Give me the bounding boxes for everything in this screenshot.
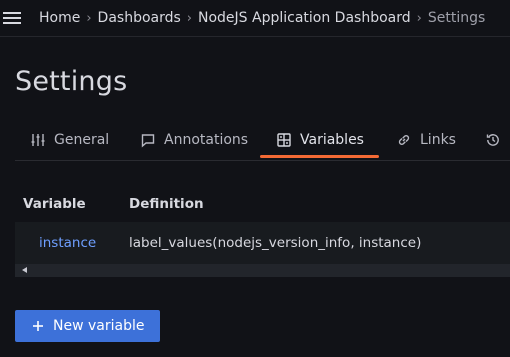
column-header-definition: Definition (129, 196, 204, 212)
page-title: Settings (15, 66, 128, 97)
variables-table-header: Variable Definition (15, 188, 510, 220)
tab-variables[interactable]: Variables (276, 122, 364, 158)
top-bar: Home › Dashboards › NodeJS Application D… (0, 0, 510, 37)
calculator-icon (276, 132, 292, 148)
breadcrumb-home[interactable]: Home (39, 10, 80, 26)
breadcrumb-dashboards[interactable]: Dashboards (98, 10, 181, 26)
tab-annotations-label: Annotations (164, 132, 249, 148)
breadcrumb-settings: Settings (427, 10, 486, 26)
variable-name-link[interactable]: instance (39, 235, 96, 251)
tab-annotations[interactable]: Annotations (140, 122, 248, 158)
history-icon (485, 132, 501, 148)
new-variable-button[interactable]: New variable (15, 310, 160, 342)
breadcrumb-separator: › (416, 10, 422, 26)
new-variable-label: New variable (53, 318, 145, 334)
tab-general[interactable]: General (30, 122, 109, 158)
comment-icon (140, 132, 156, 148)
active-tab-indicator (260, 155, 379, 158)
breadcrumb: Home › Dashboards › NodeJS Application D… (39, 0, 485, 36)
sliders-icon (30, 132, 46, 148)
hamburger-menu-icon[interactable] (2, 8, 22, 28)
link-icon (396, 132, 412, 148)
plus-icon (32, 320, 44, 332)
tab-general-label: General (54, 132, 110, 148)
breadcrumb-separator: › (86, 10, 92, 26)
tab-links[interactable]: Links (396, 122, 456, 158)
table-row: instance label_values(nodejs_version_inf… (15, 222, 510, 264)
tab-versions[interactable] (485, 122, 509, 158)
tab-variables-label: Variables (300, 132, 364, 148)
breadcrumb-separator: › (186, 10, 192, 26)
tab-links-label: Links (420, 132, 456, 148)
breadcrumb-dashboard[interactable]: NodeJS Application Dashboard (198, 10, 411, 26)
scroll-left-arrow-icon[interactable] (22, 267, 27, 273)
horizontal-scrollbar[interactable] (15, 264, 510, 277)
variable-definition: label_values(nodejs_version_info, instan… (129, 235, 422, 251)
column-header-variable: Variable (23, 196, 86, 212)
